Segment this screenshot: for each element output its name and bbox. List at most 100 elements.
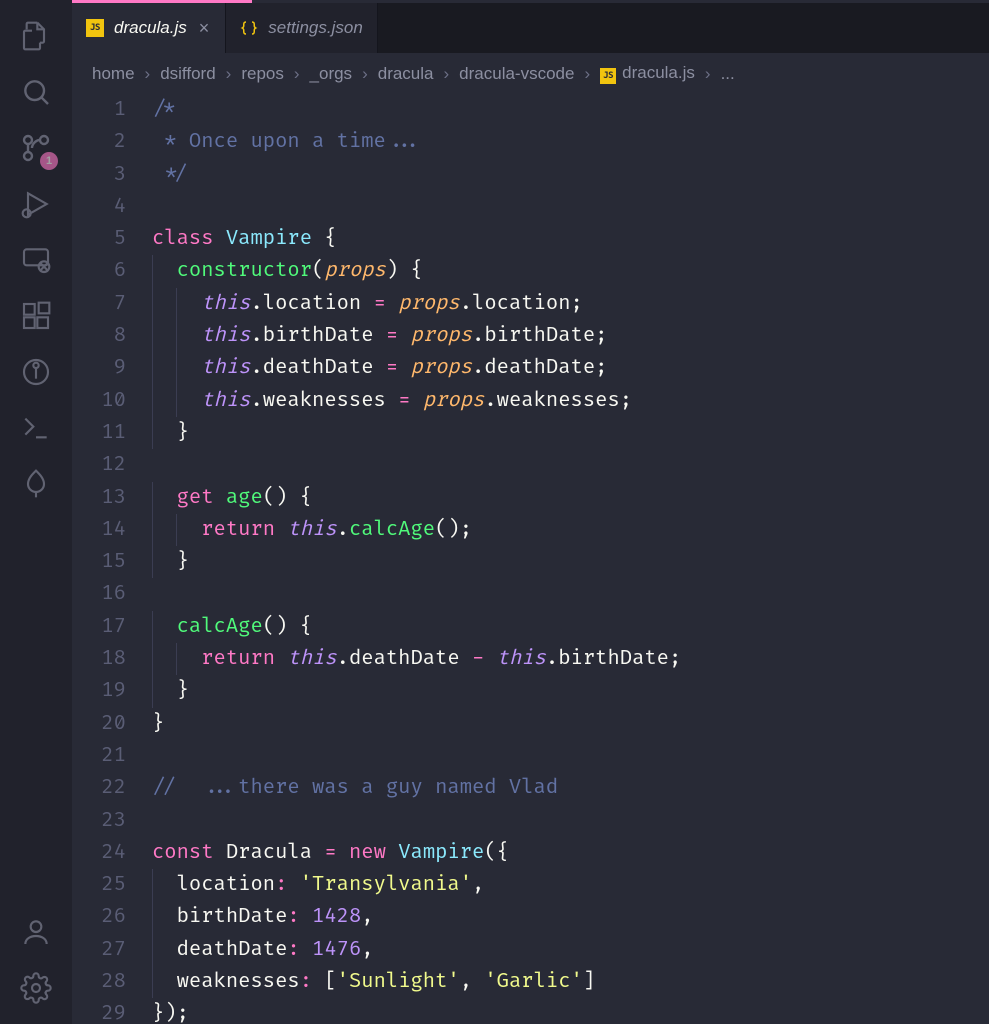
token: ) {: [386, 259, 423, 283]
line-number: 28: [72, 966, 126, 998]
explorer-icon[interactable]: [0, 8, 72, 64]
search-icon[interactable]: [0, 64, 72, 120]
token: location: [472, 292, 570, 316]
indent-guide: [176, 288, 177, 320]
code-line[interactable]: /*: [152, 94, 989, 126]
tree-icon[interactable]: [0, 456, 72, 512]
tab-dracula-js[interactable]: JSdracula.js×: [72, 3, 226, 53]
code-line[interactable]: calcAge() {: [152, 611, 989, 643]
token: age: [226, 486, 263, 510]
code-line[interactable]: * Once upon a time...: [152, 126, 989, 158]
breadcrumb-item[interactable]: home: [92, 64, 135, 84]
git-graph-icon[interactable]: [0, 344, 72, 400]
indent-guide: [176, 352, 177, 384]
code-line[interactable]: }: [152, 417, 989, 449]
line-number: 22: [72, 772, 126, 804]
breadcrumb-item[interactable]: ...: [721, 64, 735, 84]
token: [361, 292, 373, 316]
close-icon[interactable]: ×: [197, 18, 212, 39]
tab-label: dracula.js: [114, 18, 187, 38]
breadcrumb-item[interactable]: dracula: [378, 64, 434, 84]
token: }: [152, 679, 189, 703]
token: this: [497, 647, 546, 671]
source-control-icon[interactable]: 1: [0, 120, 72, 176]
remote-explorer-icon[interactable]: [0, 232, 72, 288]
code-line[interactable]: */: [152, 159, 989, 191]
code-line[interactable]: this.deathDate = props.deathDate;: [152, 352, 989, 384]
code-line[interactable]: this.location = props.location;: [152, 288, 989, 320]
token: :: [300, 970, 312, 994]
token: ();: [435, 518, 472, 542]
code-line[interactable]: });: [152, 998, 989, 1024]
code-line[interactable]: // ...there was a guy named Vlad: [152, 772, 989, 804]
breadcrumb-item[interactable]: dsifford: [160, 64, 215, 84]
code-line[interactable]: [152, 805, 989, 837]
code-line[interactable]: return this.deathDate - this.birthDate;: [152, 643, 989, 675]
breadcrumb-item[interactable]: repos: [241, 64, 284, 84]
breadcrumb-item[interactable]: dracula-vscode: [459, 64, 574, 84]
line-number: 12: [72, 449, 126, 481]
token: 'Garlic': [484, 970, 582, 994]
code-line[interactable]: deathDate: 1476,: [152, 934, 989, 966]
token: weaknesses: [263, 389, 386, 413]
code-line[interactable]: weaknesses: ['Sunlight', 'Garlic']: [152, 966, 989, 998]
terminal-panel-icon[interactable]: [0, 400, 72, 456]
code-line[interactable]: [152, 449, 989, 481]
settings-gear-icon[interactable]: [0, 960, 72, 1016]
token: });: [152, 1002, 189, 1024]
extensions-icon[interactable]: [0, 288, 72, 344]
code-line[interactable]: [152, 191, 989, 223]
code-line[interactable]: birthDate: 1428,: [152, 901, 989, 933]
line-number: 26: [72, 901, 126, 933]
indent-guide: [152, 934, 153, 966]
code-line[interactable]: [152, 578, 989, 610]
token: ;: [595, 324, 607, 348]
token: .: [337, 647, 349, 671]
tab-settings-json[interactable]: settings.json: [226, 3, 378, 53]
token: [152, 905, 177, 929]
code-line[interactable]: location: 'Transylvania',: [152, 869, 989, 901]
token: }: [152, 421, 189, 445]
code-line[interactable]: return this.calcAge();: [152, 514, 989, 546]
token: [460, 647, 472, 671]
code-editor[interactable]: 1234567891011121314151617181920212223242…: [72, 94, 989, 1024]
token: this: [201, 356, 250, 380]
code-line[interactable]: class Vampire {: [152, 223, 989, 255]
token: birthDate: [484, 324, 595, 348]
code-line[interactable]: const Dracula = new Vampire({: [152, 837, 989, 869]
token: ]: [583, 970, 595, 994]
run-debug-icon[interactable]: [0, 176, 72, 232]
token: [398, 324, 410, 348]
token: ,: [361, 905, 373, 929]
token: props: [411, 324, 473, 348]
token: .: [250, 324, 262, 348]
breadcrumb-item[interactable]: _orgs: [310, 64, 353, 84]
code-content[interactable]: /* * Once upon a time... */ class Vampire…: [152, 94, 989, 1024]
token: this: [287, 647, 336, 671]
token: ;: [620, 389, 632, 413]
line-number: 3: [72, 159, 126, 191]
indent-guide: [152, 385, 153, 417]
chevron-right-icon: ›: [584, 64, 590, 84]
code-line[interactable]: [152, 740, 989, 772]
code-line[interactable]: constructor(props) {: [152, 255, 989, 287]
code-line[interactable]: this.weaknesses = props.weaknesses;: [152, 385, 989, 417]
token: deathDate: [349, 647, 460, 671]
line-number: 27: [72, 934, 126, 966]
breadcrumb-label: _orgs: [310, 64, 353, 83]
account-icon[interactable]: [0, 904, 72, 960]
breadcrumb-item[interactable]: JSdracula.js: [600, 63, 695, 84]
code-line[interactable]: }: [152, 546, 989, 578]
token: new: [349, 841, 386, 865]
code-line[interactable]: this.birthDate = props.birthDate;: [152, 320, 989, 352]
token: class: [152, 227, 214, 251]
indent-guide: [176, 643, 177, 675]
token: :: [275, 873, 287, 897]
breadcrumb-label: dracula-vscode: [459, 64, 574, 83]
code-line[interactable]: }: [152, 675, 989, 707]
source-control-badge: 1: [40, 152, 58, 170]
code-line[interactable]: get age() {: [152, 482, 989, 514]
indent-guide: [152, 901, 153, 933]
code-line[interactable]: }: [152, 708, 989, 740]
token: birthDate: [177, 905, 288, 929]
